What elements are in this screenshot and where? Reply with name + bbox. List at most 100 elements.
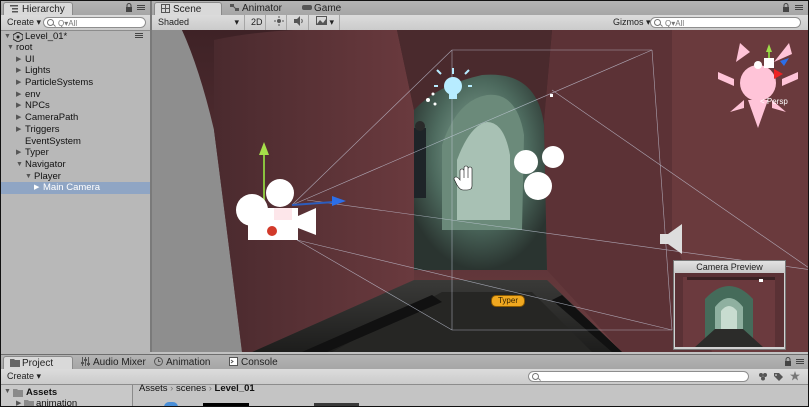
hierarchy-item-label: env [25, 88, 41, 100]
gamepad-icon [302, 3, 312, 12]
animator-icon [230, 3, 239, 12]
tab-scene[interactable]: Scene [154, 2, 222, 15]
expand-arrow-down-icon[interactable]: ▼ [4, 388, 11, 395]
search-icon [654, 19, 661, 26]
hierarchy-item[interactable]: ▼ root [1, 42, 150, 54]
tab-console-label: Console [241, 357, 278, 368]
hierarchy-search-input[interactable]: Q▾All [43, 17, 146, 28]
expand-arrow-down-icon[interactable]: ▼ [7, 42, 14, 54]
typer-label: Typer [491, 295, 525, 307]
hierarchy-item-label: Lights [25, 65, 51, 77]
tab-animation[interactable]: Animation [148, 356, 216, 369]
breadcrumb: Assets › scenes › Level_01 [139, 383, 255, 394]
shading-mode-dropdown[interactable]: Shaded ▾ [154, 16, 242, 29]
filter-by-label-icon[interactable] [774, 372, 784, 383]
project-toolbar: Create ▾ [1, 369, 808, 385]
tab-hierarchy[interactable]: Hierarchy [3, 2, 73, 15]
tab-audio-mixer-label: Audio Mixer [93, 357, 146, 368]
filter-by-type-icon[interactable] [758, 372, 768, 383]
panel-menu-icon[interactable] [137, 3, 146, 14]
expand-arrow-right-icon[interactable]: ▶ [16, 147, 21, 159]
hierarchy-item[interactable]: ▼ Player [1, 171, 150, 183]
expand-arrow-down-icon[interactable]: ▼ [4, 31, 11, 43]
hierarchy-item-label: Main Camera [43, 182, 101, 194]
breadcrumb-item[interactable]: scenes [176, 383, 206, 394]
hierarchy-item[interactable]: EventSystem [1, 136, 150, 148]
hierarchy-item[interactable]: ▼ Navigator [1, 159, 150, 171]
hierarchy-item[interactable]: ▶ NPCs [1, 100, 150, 112]
breadcrumb-item[interactable]: Assets [139, 383, 168, 394]
perspective-label[interactable]: < Persp [760, 97, 788, 106]
2d-label: 2D [251, 17, 263, 27]
hierarchy-tabbar: Hierarchy [1, 1, 150, 16]
project-folder-tree: ▼ Assets ▶ animation [1, 385, 132, 406]
effects-dropdown[interactable]: ▾ [312, 16, 338, 29]
hierarchy-item[interactable]: ▶ env [1, 89, 150, 101]
tab-audio-mixer[interactable]: Audio Mixer [75, 356, 152, 369]
expand-arrow-down-icon[interactable]: ▼ [25, 171, 32, 183]
grid-icon [161, 4, 170, 13]
expand-arrow-right-icon[interactable]: ▶ [16, 112, 21, 124]
lock-icon[interactable] [782, 3, 790, 14]
audio-toggle-button[interactable] [290, 16, 309, 29]
tab-console[interactable]: Console [223, 356, 284, 369]
hierarchy-item[interactable]: ▶ CameraPath [1, 112, 150, 124]
hierarchy-item[interactable]: ▶ Triggers [1, 124, 150, 136]
tab-game[interactable]: Game [296, 2, 347, 15]
toolbar-separator [308, 15, 309, 30]
scene-search-input[interactable]: Q▾All [650, 17, 801, 28]
panel-divider[interactable] [132, 385, 133, 406]
hierarchy-panel: Hierarchy Create ▾ Q▾All ▼ Level_01* ▼ r… [1, 1, 150, 382]
hierarchy-item[interactable]: ▶ Main Camera [1, 182, 150, 194]
expand-arrow-right-icon[interactable]: ▶ [34, 182, 39, 194]
shading-mode-value: Shaded [158, 17, 190, 27]
expand-arrow-right-icon[interactable]: ▶ [16, 65, 21, 77]
hierarchy-item-label: Triggers [25, 123, 60, 135]
hierarchy-item[interactable]: ▶ Lights [1, 65, 150, 77]
bottom-tabbar: Project Audio Mixer Animation Console [1, 355, 808, 370]
tab-animator[interactable]: Animator [224, 2, 288, 15]
lock-icon[interactable] [784, 357, 792, 368]
hierarchy-item-label: Navigator [25, 158, 66, 170]
hierarchy-item[interactable]: ▶ Typer [1, 147, 150, 159]
expand-arrow-right-icon[interactable]: ▶ [16, 89, 21, 101]
clock-icon [154, 357, 163, 366]
expand-arrow-right-icon[interactable]: ▶ [16, 399, 21, 406]
hierarchy-item[interactable]: ▶ UI [1, 54, 150, 66]
camera-preview-title: Camera Preview [674, 261, 785, 273]
image-icon [316, 16, 327, 27]
breadcrumb-item-current[interactable]: Level_01 [215, 383, 255, 394]
expand-arrow-right-icon[interactable]: ▶ [16, 77, 21, 89]
hierarchy-create-button[interactable]: Create ▾ [3, 16, 45, 29]
expand-arrow-down-icon[interactable]: ▼ [16, 159, 23, 171]
lock-icon[interactable] [125, 3, 133, 14]
search-icon [47, 19, 54, 26]
hierarchy-item[interactable]: ▶ ParticleSystems [1, 77, 150, 89]
gizmos-dropdown[interactable]: Gizmos ▾ [609, 16, 655, 29]
camera-preview-window: Camera Preview [673, 260, 786, 350]
asset-thumbnail[interactable] [314, 403, 359, 406]
create-label: Create [7, 17, 35, 27]
2d-toggle-button[interactable]: 2D [247, 16, 267, 29]
project-search-input[interactable] [528, 371, 749, 382]
hierarchy-toolbar: Create ▾ Q▾All [1, 15, 150, 31]
folder-animation[interactable]: animation [36, 398, 77, 406]
folder-assets[interactable]: Assets [26, 387, 57, 398]
tab-project[interactable]: Project [3, 356, 73, 369]
panel-menu-icon[interactable] [795, 3, 804, 14]
scene-tabbar: Scene Animator Game [152, 1, 808, 16]
expand-arrow-right-icon[interactable]: ▶ [16, 54, 21, 66]
panel-menu-icon[interactable] [796, 357, 805, 368]
scene-search-placeholder: Q▾All [665, 19, 685, 28]
scene-panel: Scene Animator Game Shaded ▾ 2D ▾ Gizmos… [152, 1, 808, 352]
asset-thumbnail[interactable] [203, 403, 249, 406]
project-create-button[interactable]: Create ▾ [3, 370, 45, 383]
expand-arrow-right-icon[interactable]: ▶ [16, 100, 21, 112]
search-icon [532, 373, 539, 380]
expand-arrow-right-icon[interactable]: ▶ [16, 124, 21, 136]
favorite-star-icon[interactable] [790, 371, 800, 383]
asset-thumbnail[interactable] [164, 402, 178, 406]
tab-hierarchy-label: Hierarchy [22, 4, 65, 15]
hierarchy-item-label: CameraPath [25, 112, 79, 124]
camera-preview-image [675, 273, 784, 347]
